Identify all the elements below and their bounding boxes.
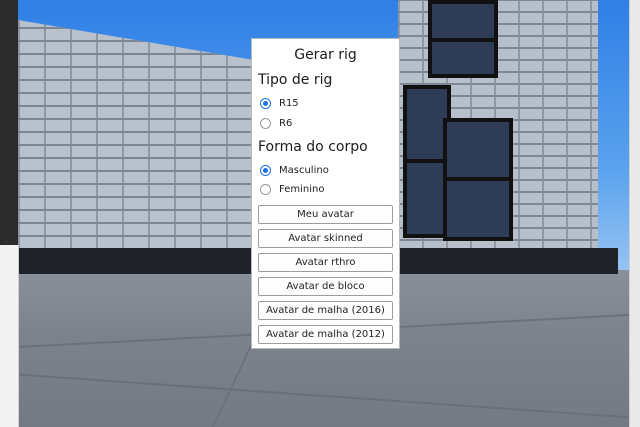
- dialog-title: Gerar rig: [294, 47, 357, 63]
- left-panel-light: [0, 245, 19, 427]
- generate-rig-dialog: Gerar rig Tipo de rig R15 R6 Forma do co…: [251, 38, 400, 349]
- radio-masculino[interactable]: Masculino: [260, 163, 329, 177]
- radio-r15[interactable]: R15: [260, 96, 299, 110]
- radio-button-icon[interactable]: [260, 97, 271, 109]
- skinned-avatar-button[interactable]: Avatar skinned: [258, 229, 393, 248]
- block-avatar-button[interactable]: Avatar de bloco: [258, 277, 393, 296]
- rig-type-heading: Tipo de rig: [258, 72, 333, 88]
- mesh-avatar-2012-button[interactable]: Avatar de malha (2012): [258, 325, 393, 344]
- body-shape-heading: Forma do corpo: [258, 139, 368, 155]
- radio-label: R6: [279, 117, 293, 129]
- building-window: [443, 118, 513, 241]
- right-panel-edge: [629, 0, 640, 427]
- mesh-avatar-2016-button[interactable]: Avatar de malha (2016): [258, 301, 393, 320]
- building-window: [428, 0, 498, 78]
- radio-label: Feminino: [279, 183, 325, 195]
- radio-button-icon[interactable]: [260, 183, 271, 195]
- radio-r6[interactable]: R6: [260, 116, 292, 130]
- close-icon[interactable]: ×: [2, 235, 11, 248]
- my-avatar-button[interactable]: Meu avatar: [258, 205, 393, 224]
- radio-button-icon[interactable]: [260, 117, 271, 129]
- rthro-avatar-button[interactable]: Avatar rthro: [258, 253, 393, 272]
- radio-button-icon[interactable]: [260, 164, 271, 176]
- radio-label: Masculino: [279, 164, 329, 176]
- radio-label: R15: [279, 97, 299, 109]
- radio-feminino[interactable]: Feminino: [260, 182, 324, 196]
